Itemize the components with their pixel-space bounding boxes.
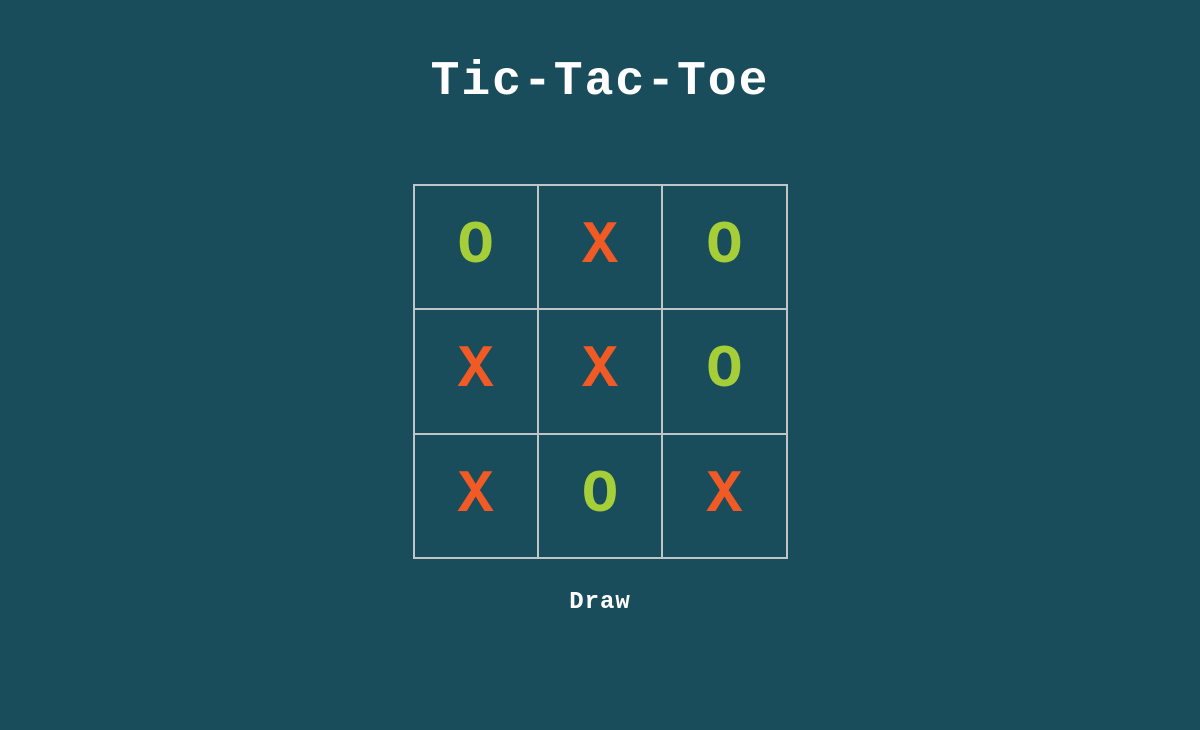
cell-0-2[interactable]: O [663,186,785,308]
mark: O [458,213,494,281]
cell-0-0[interactable]: O [415,186,537,308]
cell-1-1[interactable]: X [539,310,661,432]
cell-1-2[interactable]: O [663,310,785,432]
mark: X [582,213,618,281]
cell-0-1[interactable]: X [539,186,661,308]
mark: O [706,213,742,281]
cell-2-2[interactable]: X [663,435,785,557]
cell-1-0[interactable]: X [415,310,537,432]
mark: X [582,337,618,405]
mark: O [706,337,742,405]
game-title: Tic-Tac-Toe [431,55,770,109]
mark: X [458,462,494,530]
mark: X [706,462,742,530]
cell-2-1[interactable]: O [539,435,661,557]
mark: O [582,462,618,530]
game-status: Draw [569,589,631,616]
game-board: O X O X X O X O X [413,184,788,559]
mark: X [458,337,494,405]
cell-2-0[interactable]: X [415,435,537,557]
